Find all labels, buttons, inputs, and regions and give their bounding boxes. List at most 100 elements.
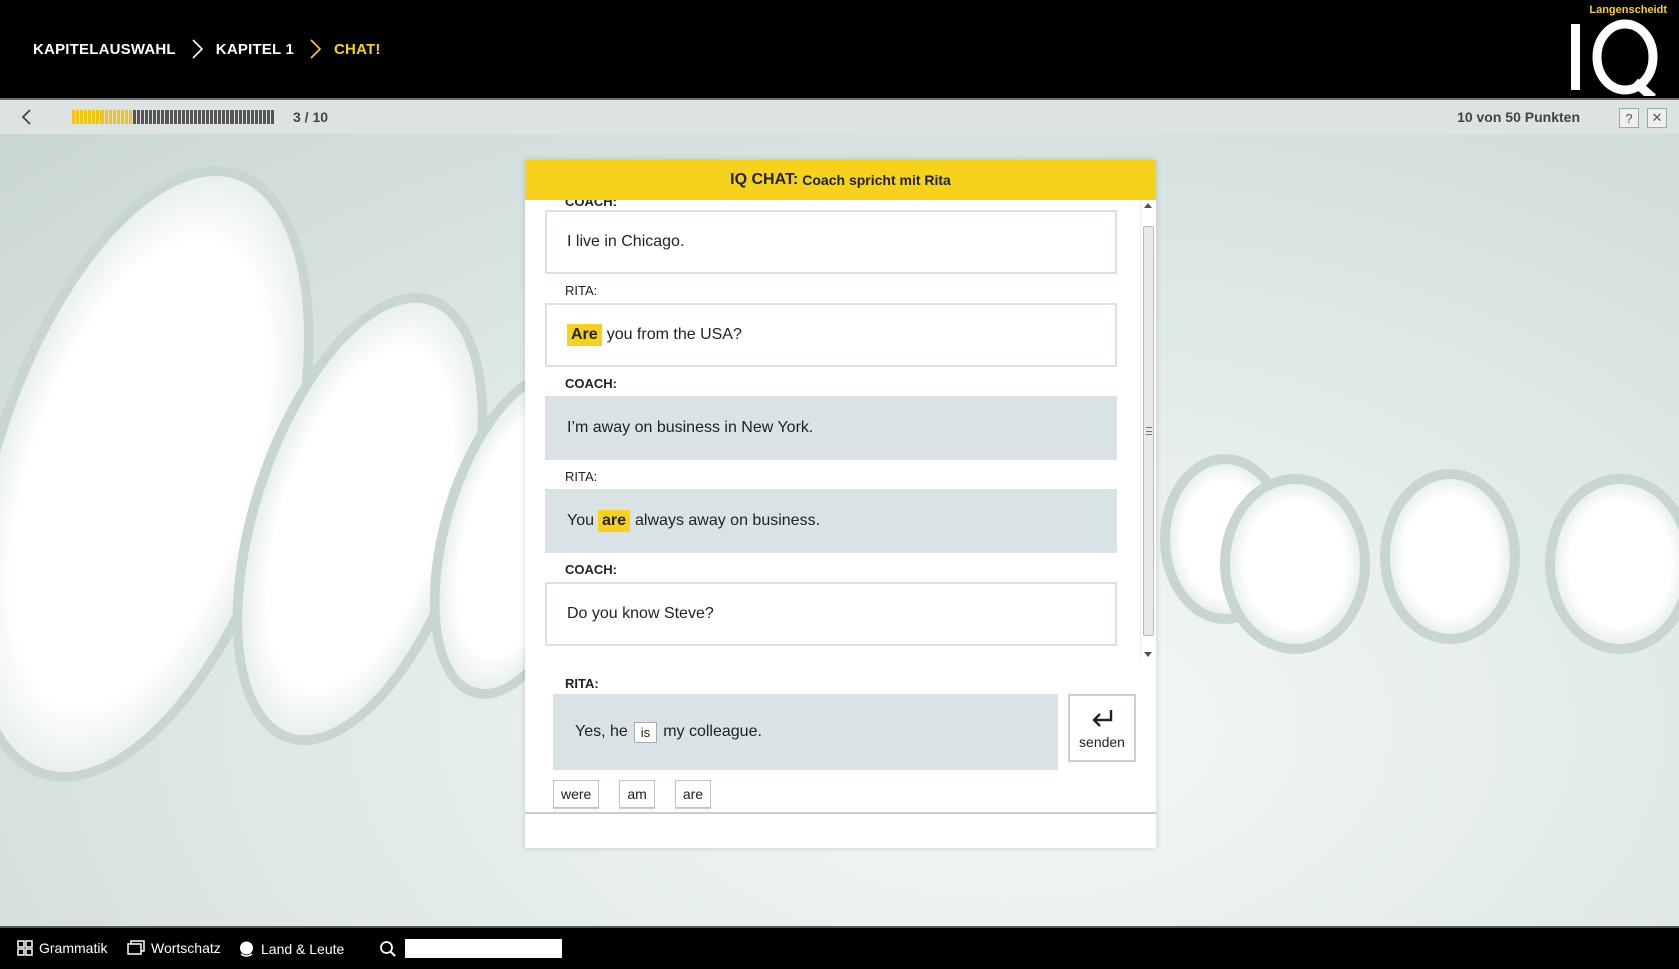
progress-tick [189, 110, 193, 124]
grammatik-button[interactable]: Grammatik [17, 940, 107, 956]
progress-tick [124, 110, 128, 124]
chat-subtitle: Coach spricht mit Rita [802, 172, 951, 188]
scroll-thumb[interactable] [1143, 226, 1154, 636]
answer-text-after: my colleague. [663, 723, 762, 740]
progress-tick [238, 110, 242, 124]
progress-tick [193, 110, 197, 124]
progress-tick [141, 110, 145, 124]
answer-gap-slot[interactable]: is [633, 721, 658, 743]
send-button[interactable]: senden [1068, 694, 1136, 762]
progress-tick [246, 110, 250, 124]
speaker-label: COACH: [565, 376, 617, 391]
progress-tick [165, 110, 169, 124]
speaker-label: RITA: [565, 283, 598, 298]
word-options: were am are [553, 780, 731, 808]
chevron-left-icon[interactable] [16, 106, 38, 128]
progress-tick [271, 110, 275, 124]
chat-title: IQ CHAT: [730, 171, 799, 188]
progress-tick [173, 110, 177, 124]
message-text: always away on business. [635, 512, 821, 529]
message-text: You [567, 512, 594, 529]
progress-tick [120, 110, 124, 124]
progress-tick [116, 110, 120, 124]
answer-speaker-label: RITA: [565, 676, 599, 691]
progress-tick [108, 110, 112, 124]
decorative-window [1380, 469, 1520, 644]
message-text: Do you know Steve? [567, 605, 714, 622]
progress-count: 3 / 10 [293, 109, 329, 125]
cards-icon [127, 940, 145, 955]
progress-tick [92, 110, 96, 124]
search-icon[interactable] [379, 940, 397, 958]
progress-tick [137, 110, 141, 124]
chat-message: I live in Chicago. [545, 210, 1117, 274]
progress-tick [234, 110, 238, 124]
message-text: I’m away on business in New York. [567, 419, 814, 436]
progress-tick [250, 110, 254, 124]
progress-tick [80, 110, 84, 124]
word-option-are[interactable]: are [674, 780, 712, 808]
message-text: you from the USA? [606, 326, 742, 343]
bottom-toolbar: Grammatik Wortschatz Land & Leute [0, 926, 1679, 969]
progress-tick [242, 110, 246, 124]
progress-tick [128, 110, 132, 124]
progress-tick [161, 110, 165, 124]
speaker-label: COACH: [565, 200, 617, 209]
grammatik-label: Grammatik [39, 940, 108, 956]
land-leute-button[interactable]: Land & Leute [238, 940, 344, 957]
langenscheidt-iq-logo: Langenscheidt [1557, 4, 1667, 96]
progress-tick [132, 110, 136, 124]
progress-tick [267, 110, 271, 124]
progress-tick [157, 110, 161, 124]
word-option-were[interactable]: were [553, 780, 600, 808]
chat-message: Do you know Steve? [545, 582, 1117, 646]
progress-tick [84, 110, 88, 124]
decorative-window [1545, 474, 1679, 654]
progress-tick [145, 110, 149, 124]
word-option-am[interactable]: am [619, 780, 655, 808]
wortschatz-button[interactable]: Wortschatz [127, 940, 221, 956]
send-button-label: senden [1079, 734, 1125, 750]
progress-tick [218, 110, 222, 124]
land-leute-label: Land & Leute [261, 940, 345, 957]
scroll-grip-icon [1146, 427, 1152, 435]
speaker-label: RITA: [565, 469, 598, 484]
enter-arrow-icon [1092, 710, 1113, 727]
progress-tick [206, 110, 210, 124]
chevron-right-icon [310, 39, 322, 59]
progress-tick [149, 110, 153, 124]
message-text: I live in Chicago. [567, 233, 685, 250]
chevron-right-icon [192, 39, 203, 59]
progress-tick [72, 110, 76, 124]
breadcrumb-kapitelauswahl[interactable]: KAPITELAUSWAHL [33, 41, 176, 58]
breadcrumb-chat: CHAT! [334, 40, 381, 58]
chat-scrollbar[interactable] [1140, 200, 1156, 660]
chat-panel: IQ CHAT: Coach spricht mit Rita COACH: I… [525, 160, 1156, 848]
chat-message: Are you from the USA? [545, 303, 1117, 367]
iq-logo-mark [1571, 19, 1658, 96]
answer-sentence: Yes, he is my colleague. [553, 694, 1058, 770]
scroll-down-arrow-icon[interactable] [1144, 652, 1152, 657]
top-header: KAPITELAUSWAHL KAPITEL 1 CHAT! Langensch… [0, 0, 1679, 98]
progress-tick [96, 110, 100, 124]
chat-message: I’m away on business in New York. [545, 396, 1117, 460]
close-button[interactable]: ✕ [1647, 108, 1667, 128]
grid-icon [17, 940, 33, 956]
progress-tick [169, 110, 173, 124]
help-button[interactable]: ? [1619, 108, 1639, 128]
scroll-up-arrow-icon[interactable] [1144, 203, 1152, 208]
chat-message: You are always away on business. [545, 489, 1117, 553]
breadcrumb-kapitel[interactable]: KAPITEL 1 [216, 41, 294, 58]
wortschatz-label: Wortschatz [151, 940, 221, 956]
progress-tick [202, 110, 206, 124]
progress-tick [177, 110, 181, 124]
score-text: 10 von 50 Punkten [1457, 109, 1580, 125]
highlighted-word: Are [567, 324, 602, 346]
progress-tick [76, 110, 80, 124]
progress-tick [104, 110, 108, 124]
search-input[interactable] [405, 939, 562, 958]
decorative-window [1220, 474, 1370, 654]
progress-tick [153, 110, 157, 124]
progress-tick [230, 110, 234, 124]
progress-tick [88, 110, 92, 124]
